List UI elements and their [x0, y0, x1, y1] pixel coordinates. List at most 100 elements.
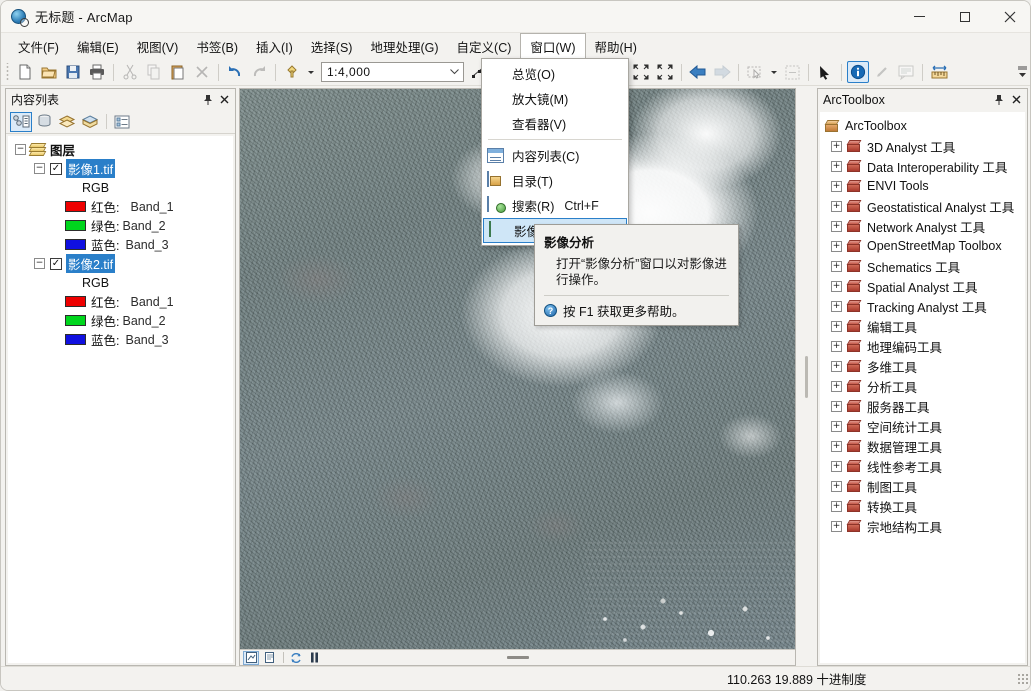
band-color-swatch-green[interactable]	[65, 220, 86, 231]
toolbox-expander[interactable]: +	[831, 440, 842, 452]
menu-search[interactable]: 搜索(R) Ctrl+F	[482, 193, 628, 218]
list-by-selection-icon[interactable]	[79, 112, 101, 132]
toc-layer-label[interactable]: 影像1.tif	[66, 159, 116, 178]
open-document-icon[interactable]	[38, 61, 60, 83]
refresh-icon[interactable]	[288, 651, 304, 665]
menu-magnifier[interactable]: 放大镜(M)	[482, 86, 628, 111]
add-data-icon[interactable]	[281, 61, 303, 83]
html-popup-icon[interactable]	[895, 61, 917, 83]
list-by-drawing-order-icon[interactable]	[10, 111, 32, 132]
pause-drawing-icon[interactable]	[306, 651, 322, 665]
save-icon[interactable]	[62, 61, 84, 83]
arctoolbox-root-row[interactable]: ArcToolbox	[820, 116, 1025, 136]
toolbox-item[interactable]: + 转换工具	[820, 496, 1025, 516]
maximize-button[interactable]	[942, 1, 987, 33]
pin-icon[interactable]	[992, 92, 1006, 107]
menu-selection[interactable]: 选择(S)	[302, 33, 362, 59]
menu-bookmarks[interactable]: 书签(B)	[187, 33, 247, 59]
close-button[interactable]	[987, 1, 1030, 33]
toolbox-expander[interactable]: +	[831, 360, 842, 372]
toolbox-item[interactable]: + Schematics 工具	[820, 256, 1025, 276]
toolbox-expander[interactable]: +	[831, 240, 842, 252]
print-icon[interactable]	[86, 61, 108, 83]
toolbox-item[interactable]: + OpenStreetMap Toolbox	[820, 236, 1025, 256]
menu-window[interactable]: 窗口(W)	[520, 33, 586, 59]
toc-close-icon[interactable]	[217, 92, 231, 107]
minimize-button[interactable]	[897, 1, 942, 33]
toolbox-expander[interactable]: +	[831, 400, 842, 412]
toolbox-expander[interactable]: +	[831, 300, 842, 312]
toc-layer-checkbox[interactable]: ✓	[50, 162, 62, 175]
pin-icon[interactable]	[201, 92, 215, 107]
add-data-dropdown-icon[interactable]	[305, 61, 317, 83]
toolbox-expander[interactable]: +	[831, 340, 842, 352]
toc-layer-row[interactable]: − ✓ 影像1.tif	[8, 159, 233, 178]
measure-icon[interactable]	[928, 61, 950, 83]
select-features-icon[interactable]	[744, 61, 766, 83]
undo-icon[interactable]	[224, 61, 246, 83]
menu-edit[interactable]: 编辑(E)	[68, 33, 128, 59]
toolbar-grip[interactable]	[4, 62, 11, 82]
toolbox-item[interactable]: + ENVI Tools	[820, 176, 1025, 196]
toolbox-expander[interactable]: +	[831, 260, 842, 272]
toolbox-item[interactable]: + Network Analyst 工具	[820, 216, 1025, 236]
list-by-source-icon[interactable]	[33, 112, 55, 132]
fixed-zoom-in-icon[interactable]	[630, 61, 652, 83]
menu-overview[interactable]: 总览(O)	[482, 61, 628, 86]
toolbox-item[interactable]: + 编辑工具	[820, 316, 1025, 336]
list-by-visibility-icon[interactable]	[56, 112, 78, 132]
toolbox-item[interactable]: + 线性参考工具	[820, 456, 1025, 476]
toc-layer-checkbox[interactable]: ✓	[50, 257, 62, 270]
toc-layer-label[interactable]: 影像2.tif	[66, 254, 116, 273]
toolbox-expander[interactable]: +	[831, 160, 842, 172]
identify-icon[interactable]	[847, 61, 869, 83]
menu-insert[interactable]: 插入(I)	[247, 33, 302, 59]
menu-catalog[interactable]: 目录(T)	[482, 168, 628, 193]
hyperlink-icon[interactable]	[871, 61, 893, 83]
toolbox-expander[interactable]: +	[831, 200, 842, 212]
chevron-down-icon[interactable]	[446, 63, 463, 81]
menu-customize[interactable]: 自定义(C)	[448, 33, 521, 59]
toolbox-item[interactable]: + Tracking Analyst 工具	[820, 296, 1025, 316]
toolbox-expander[interactable]: +	[831, 520, 842, 532]
band-color-swatch-red[interactable]	[65, 296, 86, 307]
toolbox-item[interactable]: + 服务器工具	[820, 396, 1025, 416]
menu-help[interactable]: 帮助(H)	[586, 33, 646, 59]
overflow-icon[interactable]	[1015, 61, 1029, 83]
band-color-swatch-red[interactable]	[65, 201, 86, 212]
clear-selection-icon[interactable]	[781, 61, 803, 83]
toolbox-item[interactable]: + Geostatistical Analyst 工具	[820, 196, 1025, 216]
toolbox-item[interactable]: + 3D Analyst 工具	[820, 136, 1025, 156]
data-view-icon[interactable]	[243, 650, 259, 665]
toolbox-expander[interactable]: +	[831, 380, 842, 392]
panel-splitter[interactable]	[800, 88, 813, 666]
options-icon[interactable]	[111, 112, 133, 132]
select-dropdown-icon[interactable]	[768, 61, 779, 83]
toolbox-item[interactable]: + 数据管理工具	[820, 436, 1025, 456]
toolbox-expander[interactable]: +	[831, 460, 842, 472]
map-resize-handle[interactable]	[506, 656, 529, 659]
toolbox-item[interactable]: + 多维工具	[820, 356, 1025, 376]
paste-icon[interactable]	[167, 61, 189, 83]
toolbox-expander[interactable]: +	[831, 280, 842, 292]
toolbox-expander[interactable]: +	[831, 180, 842, 192]
band-color-swatch-green[interactable]	[65, 315, 86, 326]
toc-layer-expander[interactable]: −	[34, 163, 45, 174]
toolbox-expander[interactable]: +	[831, 480, 842, 492]
band-color-swatch-blue[interactable]	[65, 239, 86, 250]
fixed-zoom-out-icon[interactable]	[654, 61, 676, 83]
toolbox-expander[interactable]: +	[831, 140, 842, 152]
toolbox-item[interactable]: + 地理编码工具	[820, 336, 1025, 356]
toc-root-expander[interactable]: −	[15, 144, 26, 155]
toolbox-expander[interactable]: +	[831, 320, 842, 332]
toolbox-item[interactable]: + Data Interoperability 工具	[820, 156, 1025, 176]
menu-file[interactable]: 文件(F)	[9, 33, 68, 59]
menu-table-of-contents[interactable]: 内容列表(C)	[482, 143, 628, 168]
menu-viewer[interactable]: 查看器(V)	[482, 111, 628, 136]
toolbox-expander[interactable]: +	[831, 420, 842, 432]
map-scale-combo[interactable]: 1:4,000	[321, 62, 464, 82]
toc-root-row[interactable]: − 图层	[8, 140, 233, 159]
toolbox-item[interactable]: + 宗地结构工具	[820, 516, 1025, 536]
toolbox-item[interactable]: + Spatial Analyst 工具	[820, 276, 1025, 296]
toolbox-item[interactable]: + 制图工具	[820, 476, 1025, 496]
